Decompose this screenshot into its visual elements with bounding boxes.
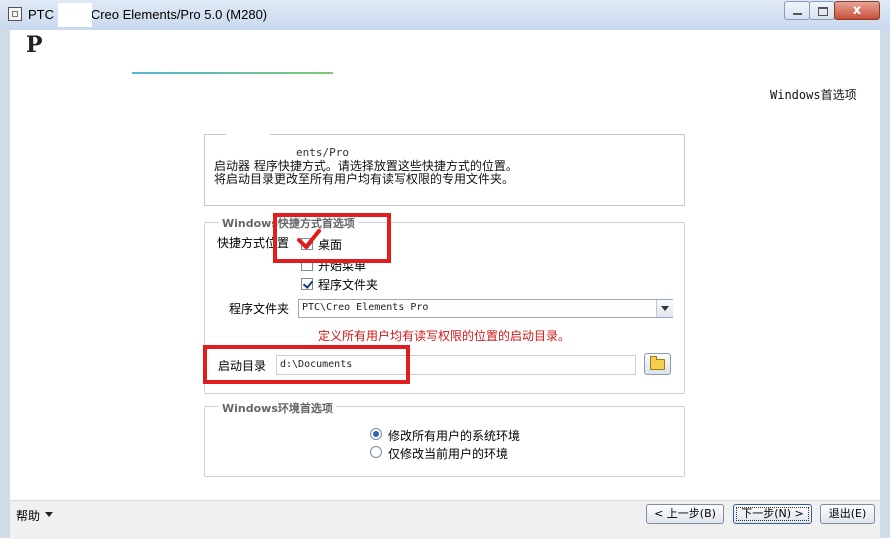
annotation-check-icon: [297, 229, 321, 249]
all-users-env-radio-label[interactable]: 修改所有用户的系统环境: [388, 427, 520, 444]
page-heading: Windows首选项: [770, 88, 857, 102]
window-frame-right: [880, 30, 890, 538]
header-accent-line: [132, 72, 333, 74]
start-dir-hint: 定义所有用户均有读写权限的位置的启动目录。: [318, 329, 571, 343]
close-icon: x: [852, 3, 862, 18]
logo-text: P: [26, 32, 43, 58]
maximize-button[interactable]: [809, 1, 835, 20]
program-folder-checkbox-label[interactable]: 程序文件夹: [318, 276, 378, 293]
chevron-down-icon: [661, 306, 669, 311]
logo-redaction: [44, 32, 90, 58]
help-menu[interactable]: 帮助: [16, 507, 40, 524]
next-button[interactable]: 下一步(N) >: [733, 504, 812, 524]
program-folder-select-value: PTC\Creo Elements Pro: [302, 302, 429, 313]
back-button[interactable]: < 上一步(B): [646, 504, 724, 524]
exit-button[interactable]: 退出(E): [820, 504, 875, 524]
annotation-box-shortcut: [273, 213, 391, 263]
folder-icon: [650, 356, 665, 370]
window-frame-left: [0, 30, 10, 538]
program-folder-checkbox[interactable]: [301, 278, 313, 290]
title-redaction: [58, 3, 92, 27]
environment-group-title: Windows环境首选项: [219, 400, 336, 416]
app-icon: [8, 7, 22, 21]
current-user-env-radio[interactable]: [370, 446, 382, 458]
current-user-env-radio-label[interactable]: 仅修改当前用户的环境: [388, 445, 508, 462]
program-folder-label: 程序文件夹: [229, 302, 290, 316]
info-redaction: [226, 128, 270, 156]
all-users-env-radio[interactable]: [370, 428, 382, 440]
minimize-button[interactable]: [784, 1, 810, 20]
info-text-line-2: 将启动目录更改至所有用户均有读写权限的专用文件夹。: [214, 172, 515, 186]
caret-down-icon[interactable]: [45, 512, 53, 517]
annotation-box-start-dir: [203, 345, 410, 384]
close-button[interactable]: x: [834, 1, 880, 20]
